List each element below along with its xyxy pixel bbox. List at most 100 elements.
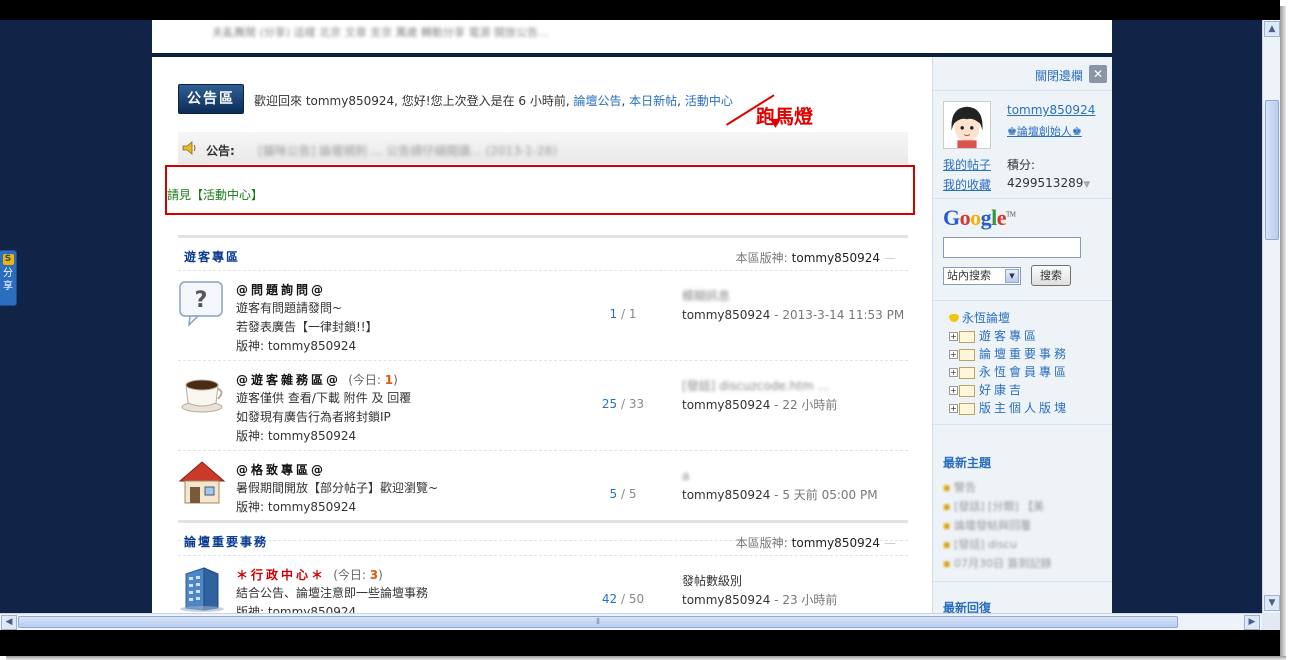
scroll-down-button[interactable]: ▼ <box>1264 595 1280 611</box>
folder-icon <box>959 402 975 415</box>
new-replies-title[interactable]: 最新回復 <box>943 599 991 613</box>
avatar[interactable] <box>943 101 991 149</box>
my-favorites-link[interactable]: 我的收藏 <box>943 176 991 193</box>
my-posts-link[interactable]: 我的帖子 <box>943 156 991 173</box>
folder-icon <box>959 366 975 379</box>
scroll-up-button[interactable]: ▲ <box>1264 21 1280 37</box>
today-count: (今日: 3) <box>333 568 383 582</box>
share-tab-label: 分享 <box>3 268 13 292</box>
section-title[interactable]: 論壇重要事務 <box>184 533 268 550</box>
forum-name[interactable]: @格致專區@ <box>236 461 326 478</box>
last-post-user[interactable]: tommy850924 <box>682 488 770 502</box>
vertical-scrollbar[interactable]: ▲ ▼ <box>1262 20 1280 613</box>
expand-icon[interactable]: + <box>949 368 958 377</box>
forum-row: ? @問題詢問@ 遊客有問題請發問~ 若發表廣告【一律封鎖!!】 版神: tom… <box>178 271 908 361</box>
today-count: (今日: 1) <box>348 373 398 387</box>
google-search-box: GoogleTM 站內搜索 ▼ 搜索 <box>933 199 1112 301</box>
svg-text:?: ? <box>195 288 208 313</box>
last-post-title[interactable]: 發帖數級別 <box>682 572 908 591</box>
coffee-cup-icon <box>181 379 223 413</box>
forum-counts: 5 / 5 <box>609 487 637 501</box>
new-topics-title[interactable]: 最新主題 <box>943 454 991 471</box>
last-post-title[interactable]: 模糊訊息 <box>682 287 908 306</box>
notice-badge: 公告區 <box>178 84 244 114</box>
new-topic-item[interactable]: [發話] [分類] 【美 <box>943 498 1044 514</box>
new-topic-item[interactable]: 07月30日 簽到記錄 <box>943 555 1052 571</box>
forum-last-post: 模糊訊息 tommy850924 - 2013-3-14 11:53 PM <box>682 287 908 325</box>
forum-name[interactable]: @問題詢問@ <box>236 281 326 298</box>
tree-root[interactable]: 永恆論壇 <box>949 309 1010 326</box>
user-title[interactable]: ♚論壇創始人♚ <box>1007 123 1082 139</box>
folder-icon <box>959 330 975 343</box>
header-toolbar-blurred: 夫亂舞鬧 (分享) 這樣 北京 文章 支京 萬歲 轉動分享 電源 開放公告... <box>212 26 549 39</box>
points-value[interactable]: 4299513289▼ <box>1007 176 1090 190</box>
marquee-highlight-box: 請見【活動中心】 <box>165 165 915 215</box>
sidebar: 關閉邊欄 ✕ tommy850924 ♚論壇創始人♚ 我的帖子 我的收藏 積分:… <box>932 57 1112 613</box>
username-link[interactable]: tommy850924 <box>1007 103 1095 117</box>
forum-counts: 25 / 33 <box>601 397 645 411</box>
expand-icon[interactable]: + <box>949 332 958 341</box>
announcement-label: 公告: <box>206 144 235 158</box>
scroll-left-button[interactable]: ◀ <box>1 615 17 630</box>
page-background-right <box>1112 20 1262 613</box>
tree-node[interactable]: + 永恆會員專區 <box>949 363 1069 380</box>
folder-icon <box>959 348 975 361</box>
marquee-text[interactable]: 請見【活動中心】 <box>167 186 263 203</box>
forum-name[interactable]: @遊客雜務區@ (今日: 1) <box>236 371 398 388</box>
page-background-left <box>0 20 152 613</box>
expand-icon[interactable]: + <box>949 404 958 413</box>
forum-description: 遊客僅供 查看/下載 附件 及 回覆 如發現有廣告行為者將封鎖IP 版神: to… <box>236 391 412 443</box>
new-topic-item[interactable]: [發話] discu <box>943 536 1017 552</box>
tree-node[interactable]: + 論壇重要事務 <box>949 345 1069 362</box>
section-header: 遊客專區 本區版神: tommy850924— <box>178 235 908 271</box>
folder-icon <box>959 384 975 397</box>
last-post-title[interactable]: [發話] discuzcode.htm ... <box>682 377 908 396</box>
welcome-message: 歡迎回來 tommy850924, 您好!您上次登入是在 6 小時前, 論壇公告… <box>254 94 733 108</box>
link-today-posts[interactable]: 本日新帖 <box>629 94 677 108</box>
forum-last-post: 發帖數級別 tommy850924 - 23 小時前 <box>682 572 908 610</box>
link-forum-announcements[interactable]: 論壇公告 <box>574 94 622 108</box>
google-search-input[interactable] <box>943 237 1081 258</box>
forum-name[interactable]: ＊行政中心＊ (今日: 3) <box>236 566 383 583</box>
close-icon[interactable]: ✕ <box>1089 65 1107 83</box>
close-sidebar-link[interactable]: 關閉邊欄 <box>1035 67 1083 84</box>
chevron-down-icon: ▼ <box>1005 269 1019 283</box>
new-topic-item[interactable]: 警告 <box>943 479 976 495</box>
sidebar-divider <box>933 581 1112 582</box>
announcement-text[interactable]: [貓咪公告] 論壇規則 ... 公告請仔細閱讀... (2013-1-28) <box>258 142 557 159</box>
expand-icon[interactable]: + <box>949 350 958 359</box>
window-bottom-bar <box>0 630 1280 656</box>
moderator-link[interactable]: tommy850924 <box>792 251 880 265</box>
announcement-bar: 公告: [貓咪公告] 論壇規則 ... 公告請仔細閱讀... (2013-1-2… <box>178 132 908 164</box>
forum-last-post: [發話] discuzcode.htm ... tommy850924 - 22… <box>682 377 908 415</box>
last-post-user[interactable]: tommy850924 <box>682 593 770 607</box>
forum-row: @遊客雜務區@ (今日: 1) 遊客僅供 查看/下載 附件 及 回覆 如發現有廣… <box>178 361 908 451</box>
google-logo: GoogleTM <box>943 205 1016 230</box>
tree-node[interactable]: + 版主個人版塊 <box>949 399 1069 416</box>
vertical-scroll-thumb[interactable] <box>1265 100 1279 240</box>
section-moderator: 本區版神: tommy850924— <box>735 251 896 265</box>
horizontal-scrollbar[interactable]: ◀ ⦀ ▶ <box>0 613 1262 630</box>
share-tab[interactable]: S 分享 <box>0 250 17 306</box>
horizontal-scroll-thumb[interactable]: ⦀ <box>18 616 1178 628</box>
search-button[interactable]: 搜索 <box>1031 265 1071 286</box>
forum-row: ＊行政中心＊ (今日: 3) 結合公告、論壇注意即一些論壇事務 版神: tomm… <box>178 556 908 613</box>
welcome-text: 歡迎回來 tommy850924, 您好!您上次登入是在 6 小時前, <box>254 94 570 108</box>
scroll-right-button[interactable]: ▶ <box>1244 615 1260 630</box>
tree-node[interactable]: + 遊客專區 <box>949 327 1039 344</box>
question-bubble-icon: ? <box>179 281 223 327</box>
expand-icon[interactable]: + <box>949 386 958 395</box>
forum-description: 暑假期間開放【部分帖子】歡迎瀏覽~ 版神: tommy850924 <box>236 481 439 514</box>
section-title[interactable]: 遊客專區 <box>184 248 240 265</box>
search-scope-select[interactable]: 站內搜索 ▼ <box>943 267 1021 285</box>
last-post-title[interactable]: a <box>682 467 908 486</box>
annotation-label: 跑馬燈 <box>756 106 814 128</box>
new-topic-item[interactable]: 論壇發帖與回覆 <box>943 517 1031 533</box>
link-activity-center[interactable]: 活動中心 <box>685 94 733 108</box>
last-post-user[interactable]: tommy850924 <box>682 308 770 322</box>
last-post-user[interactable]: tommy850924 <box>682 398 770 412</box>
tree-node[interactable]: + 好康吉 <box>949 381 1024 398</box>
moderator-link[interactable]: tommy850924 <box>792 536 880 550</box>
forum-last-post: a tommy850924 - 5 天前 05:00 PM <box>682 467 908 505</box>
forum-description: 結合公告、論壇注意即一些論壇事務 版神: tommy850924 <box>236 586 429 613</box>
